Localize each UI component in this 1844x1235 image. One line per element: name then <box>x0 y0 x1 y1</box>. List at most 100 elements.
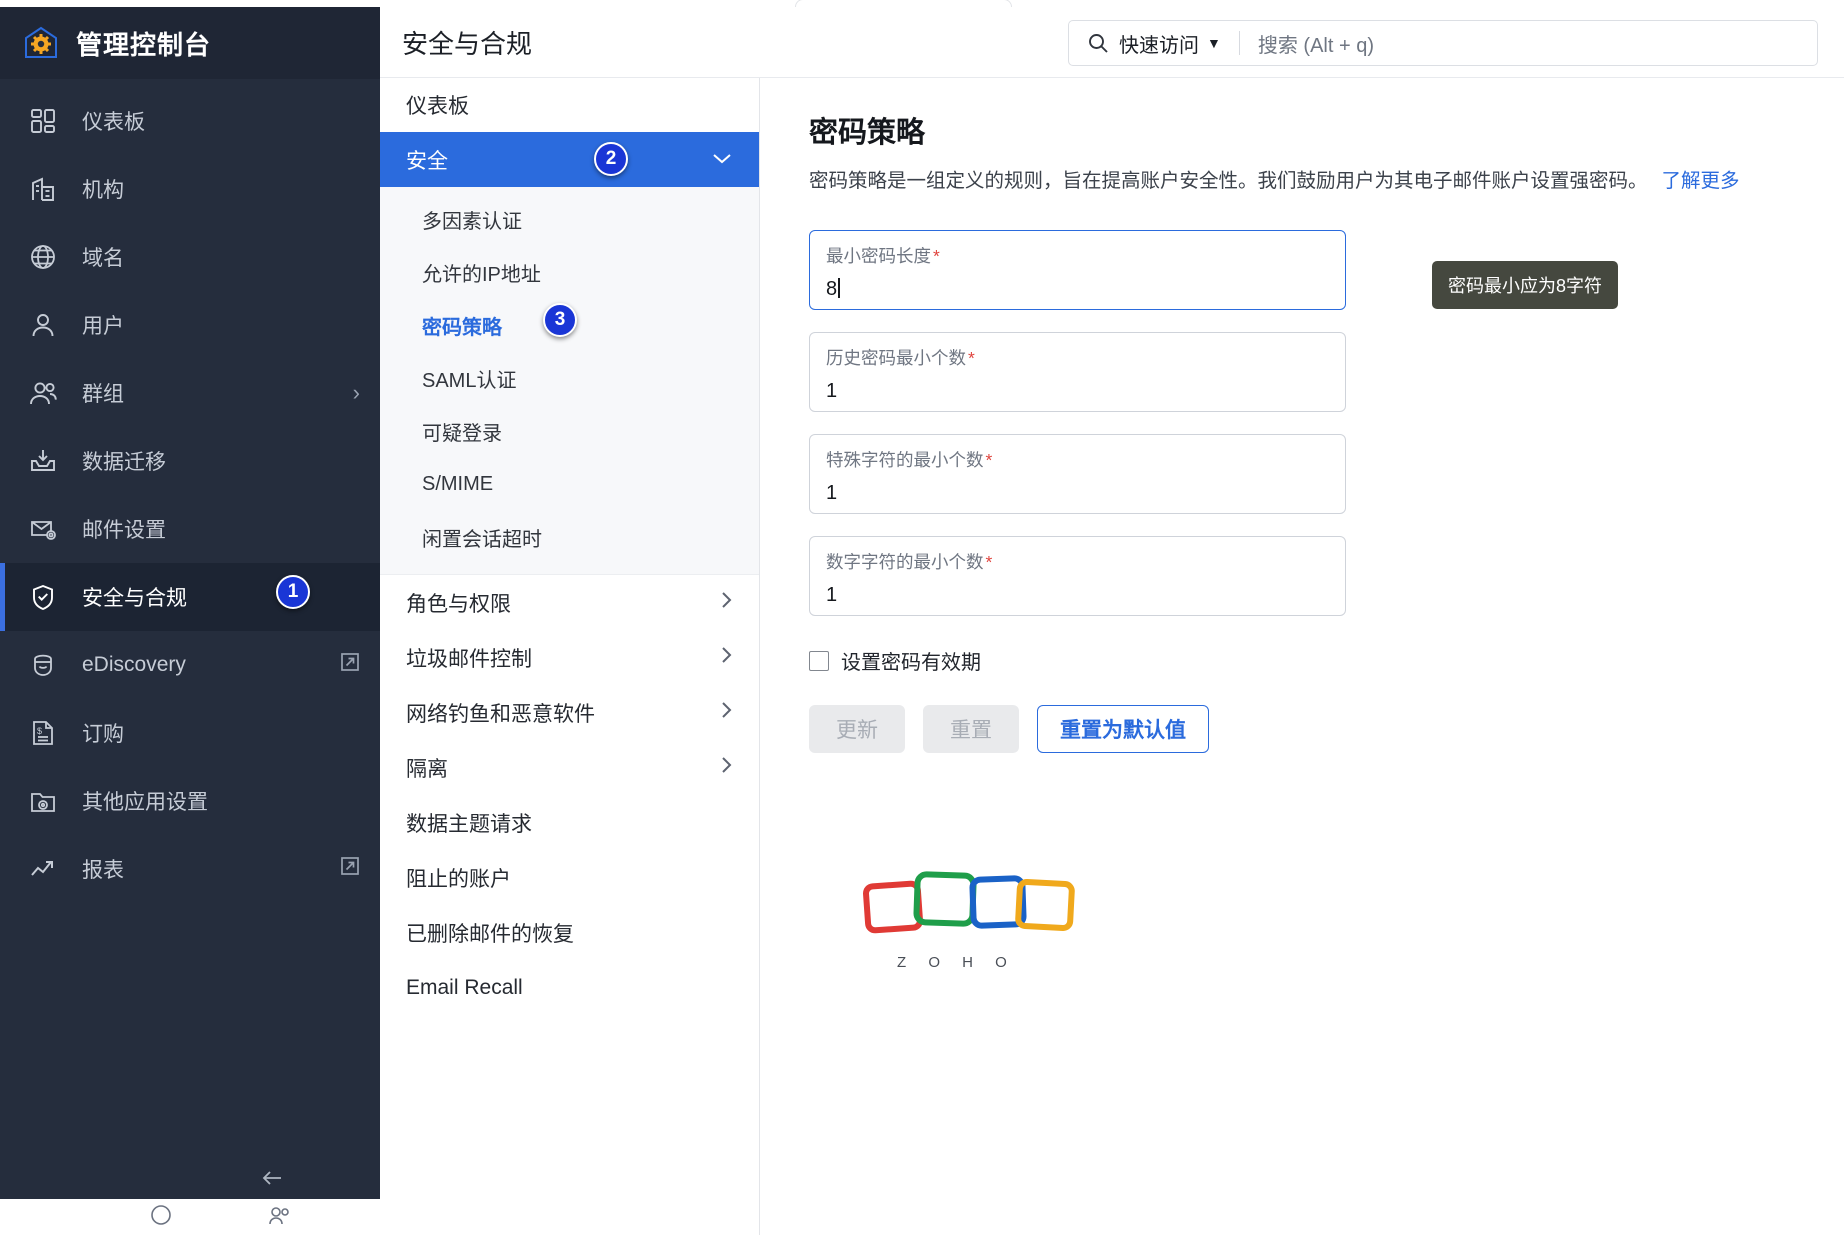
submenu-child-saml[interactable]: SAML认证 <box>380 352 759 405</box>
chevron-down-icon[interactable]: ▼ <box>1207 35 1221 51</box>
sidebar-item-data-migration[interactable]: 数据迁移 <box>0 427 380 495</box>
field-label-text: 最小密码长度 <box>826 246 931 267</box>
submenu-item-quarantine[interactable]: 隔离 <box>380 740 759 795</box>
reset-to-default-button[interactable]: 重置为默认值 <box>1037 705 1209 754</box>
required-marker: * <box>933 246 940 267</box>
collapse-left-icon <box>258 1167 286 1195</box>
submenu-child-smime[interactable]: S/MIME <box>380 458 759 511</box>
admin-console-page: 管理控制台 仪表板 机构 域名 用户 群组 › 数据迁移 邮件设置 安全与合规 … <box>0 0 1844 1235</box>
sidebar-item-label: 其他应用设置 <box>82 791 208 814</box>
bottom-icon-1[interactable] <box>150 1204 172 1231</box>
field-value: 1 <box>826 584 838 607</box>
submenu-item-phishing-malware[interactable]: 网络钓鱼和恶意软件 <box>380 685 759 740</box>
subscription-icon: $ <box>26 716 60 750</box>
submenu-child-allowed-ip[interactable]: 允许的IP地址 <box>380 246 759 299</box>
secondary-menu-panel: 仪表板 安全 多因素认证 允许的IP地址 密码策略 SAML认证 可疑登录 S/… <box>380 78 760 1235</box>
zoho-wordmark: Z O H O <box>897 954 1016 972</box>
home-gear-icon <box>22 24 60 62</box>
globe-icon <box>26 240 60 274</box>
callout-badge-1: 1 <box>276 575 310 609</box>
bottom-icon-2[interactable] <box>268 1204 292 1231</box>
form-actions: 更新 重置 重置为默认值 <box>809 705 1844 754</box>
submenu-row-label: 隔离 <box>406 757 448 781</box>
password-expiry-checkbox[interactable] <box>809 650 829 671</box>
ediscovery-icon <box>26 648 60 682</box>
user-icon <box>26 308 60 342</box>
submenu-group-label: 安全 <box>406 149 448 173</box>
submenu-group-security[interactable]: 安全 <box>380 132 759 187</box>
field-value: 8 <box>826 278 1329 301</box>
sidebar-item-label: eDiscovery <box>82 653 186 676</box>
search-icon <box>1087 32 1109 54</box>
chevron-down-icon <box>711 149 733 170</box>
submenu-row-label: 网络钓鱼和恶意软件 <box>406 702 595 726</box>
min-password-history-field[interactable]: 历史密码最小个数 * 1 <box>809 332 1346 413</box>
reset-button[interactable]: 重置 <box>923 705 1019 754</box>
learn-more-link[interactable]: 了解更多 <box>1662 170 1740 192</box>
sidebar-item-mail-settings[interactable]: 邮件设置 <box>0 495 380 563</box>
browser-tab-nub <box>796 0 1011 7</box>
organization-icon <box>26 172 60 206</box>
svg-text:$: $ <box>37 726 42 736</box>
submenu-children-security: 多因素认证 允许的IP地址 密码策略 SAML认证 可疑登录 S/MIME 闲置… <box>380 187 759 575</box>
update-button[interactable]: 更新 <box>809 705 905 754</box>
field-label: 特殊字符的最小个数 * <box>826 447 1329 472</box>
sidebar-item-reports[interactable]: 报表 <box>0 835 380 903</box>
sidebar-item-label: 报表 <box>82 859 124 882</box>
sidebar-item-users[interactable]: 用户 <box>0 291 380 359</box>
search-divider <box>1238 31 1240 55</box>
submenu-item-roles-permissions[interactable]: 角色与权限 <box>380 575 759 630</box>
data-migration-icon <box>26 444 60 478</box>
apps-settings-icon <box>26 784 60 818</box>
sidebar-item-ediscovery[interactable]: eDiscovery <box>0 631 380 699</box>
quick-access-label[interactable]: 快速访问 <box>1119 29 1199 58</box>
min-special-characters-field[interactable]: 特殊字符的最小个数 * 1 <box>809 434 1346 515</box>
sidebar-item-organization[interactable]: 机构 <box>0 155 380 223</box>
dashboard-icon <box>26 104 60 138</box>
group-icon <box>26 376 60 410</box>
sidebar-item-subscription[interactable]: $ 订购 <box>0 699 380 767</box>
min-password-length-field[interactable]: 最小密码长度 * 8 <box>809 230 1346 311</box>
mail-settings-icon <box>26 512 60 546</box>
submenu-row-label: 数据主题请求 <box>406 812 532 836</box>
sidebar-item-domains[interactable]: 域名 <box>0 223 380 291</box>
password-expiry-checkbox-row[interactable]: 设置密码有效期 <box>809 646 1844 675</box>
submenu-child-idle-session-timeout[interactable]: 闲置会话超时 <box>380 511 759 564</box>
sidebar-item-security-compliance[interactable]: 安全与合规 <box>0 563 380 631</box>
sidebar-nav-list: 仪表板 机构 域名 用户 群组 › 数据迁移 邮件设置 安全与合规 eDisco… <box>0 79 380 903</box>
sidebar-item-label: 群组 <box>82 383 124 406</box>
global-search-bar[interactable]: 快速访问 ▼ 搜索 (Alt + q) <box>1068 20 1818 66</box>
callout-badge-2: 2 <box>594 142 628 176</box>
min-numeric-characters-field[interactable]: 数字字符的最小个数 * 1 <box>809 536 1346 617</box>
submenu-row-label: 角色与权限 <box>406 592 511 616</box>
submenu-child-suspicious-login[interactable]: 可疑登录 <box>380 405 759 458</box>
content-title: 密码策略 <box>809 117 926 149</box>
submenu-child-mfa[interactable]: 多因素认证 <box>380 193 759 246</box>
chevron-right-icon <box>719 645 733 671</box>
submenu-row-label: 已删除邮件的恢复 <box>406 922 574 946</box>
sidebar-collapse-button[interactable] <box>0 1167 380 1195</box>
submenu-row-label: Email Recall <box>406 975 523 999</box>
content-description-text: 密码策略是一组定义的规则，旨在提高账户安全性。我们鼓励用户为其电子邮件账户设置强… <box>809 170 1648 192</box>
chevron-right-icon <box>719 590 733 616</box>
external-link-icon <box>340 652 360 678</box>
submenu-item-email-recall[interactable]: Email Recall <box>380 960 759 1015</box>
submenu-item-spam-control[interactable]: 垃圾邮件控制 <box>380 630 759 685</box>
zoho-logo <box>861 863 1081 948</box>
sidebar-item-groups[interactable]: 群组 › <box>0 359 380 427</box>
text-caret <box>838 278 840 299</box>
sidebar-item-other-app-settings[interactable]: 其他应用设置 <box>0 767 380 835</box>
search-input[interactable]: 搜索 (Alt + q) <box>1258 29 1374 58</box>
brand-header[interactable]: 管理控制台 <box>0 7 380 79</box>
submenu-item-deleted-mail-recovery[interactable]: 已删除邮件的恢复 <box>380 905 759 960</box>
submenu-item-blocked-accounts[interactable]: 阻止的账户 <box>380 850 759 905</box>
submenu-item-data-subject-request[interactable]: 数据主题请求 <box>380 795 759 850</box>
browser-top-strip <box>0 0 1844 7</box>
submenu-item-dashboard[interactable]: 仪表板 <box>380 78 759 132</box>
field-label-text: 数字字符的最小个数 <box>826 552 984 573</box>
chevron-right-icon: › <box>352 380 360 405</box>
sidebar-item-dashboard[interactable]: 仪表板 <box>0 87 380 155</box>
sidebar-item-label: 安全与合规 <box>82 587 187 610</box>
submenu-row-label: 阻止的账户 <box>406 867 511 891</box>
external-link-icon <box>340 856 360 882</box>
